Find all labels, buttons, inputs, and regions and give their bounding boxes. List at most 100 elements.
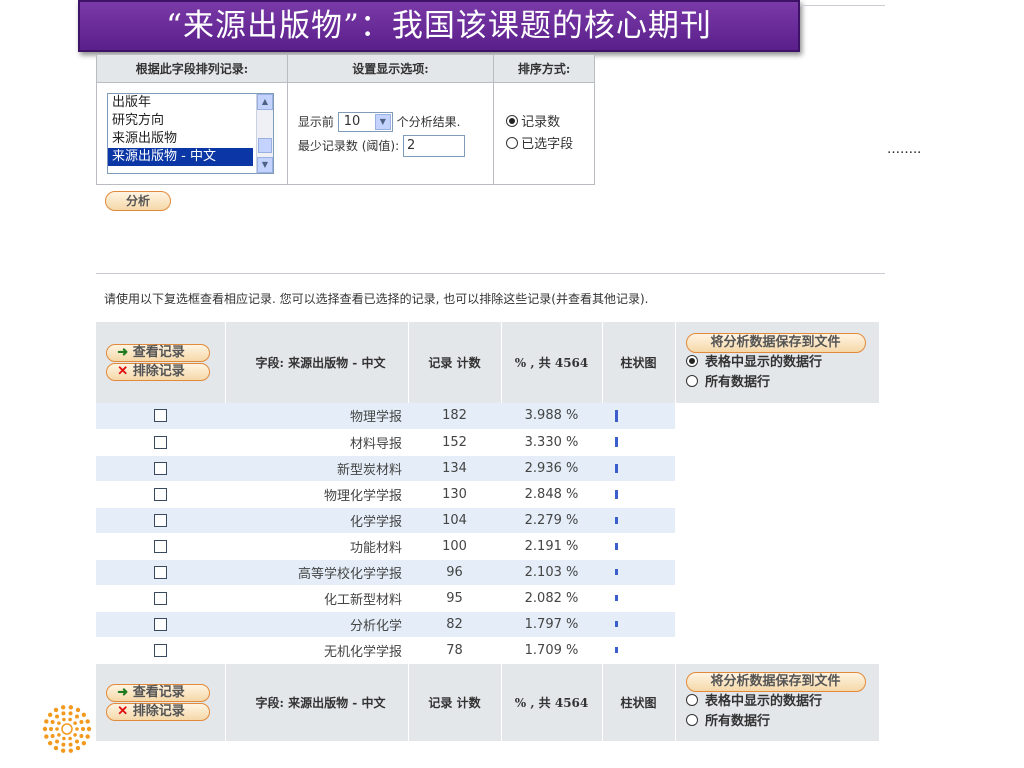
record-count: 182 (408, 403, 501, 430)
field-listbox[interactable]: 出版年 研究方向 来源出版物 来源出版物 - 中文 ▲ ▼ (107, 93, 274, 174)
record-percent: 2.279 % (501, 507, 602, 534)
record-percent: 2.082 % (501, 585, 602, 612)
row-checkbox[interactable] (154, 513, 167, 527)
logo-dot (50, 733, 55, 738)
field-option[interactable]: 研究方向 (108, 112, 273, 130)
sort-by-field-option[interactable]: 已选字段 (494, 134, 594, 156)
logo-dot (62, 736, 66, 741)
save-to-file-button[interactable]: 将分析数据保存到文件 (685, 332, 866, 353)
row-checkbox[interactable] (154, 643, 167, 657)
scroll-thumb[interactable] (258, 138, 272, 153)
row-checkbox-cell (96, 533, 225, 560)
logo-dot (53, 707, 59, 713)
logo-dot (74, 714, 79, 719)
row-checkbox[interactable] (154, 617, 167, 631)
row-checkbox[interactable] (154, 461, 167, 475)
bar-mark (615, 463, 618, 473)
row-checkbox[interactable] (154, 591, 167, 605)
bar-mark (615, 489, 618, 499)
journal-name: 化学学报 (225, 507, 408, 534)
save-to-file-button[interactable]: 将分析数据保存到文件 (685, 672, 866, 693)
logo-dot (68, 748, 74, 753)
scroll-down-icon[interactable]: ▼ (257, 157, 273, 173)
bar-mark (615, 647, 618, 653)
save-all-rows-option[interactable]: 所有数据行 (685, 373, 879, 393)
table-row: 无机化学学报 78 1.709 % (96, 637, 879, 664)
rank-field-header: 根据此字段排列记录: (96, 54, 288, 83)
save-displayed-rows-option[interactable]: 表格中显示的数据行 (685, 692, 879, 712)
radio-icon[interactable] (685, 374, 698, 387)
scroll-up-icon[interactable]: ▲ (257, 94, 273, 110)
logo-dot (60, 748, 66, 753)
field-option-selected[interactable]: 来源出版物 - 中文 (108, 148, 253, 166)
sort-by-count-option[interactable]: 记录数 (494, 112, 594, 134)
radio-icon[interactable] (685, 694, 698, 707)
instructions-text: 请使用以下复选框查看相应记录. 您可以选择查看已选择的记录, 也可以排除这些记录… (104, 292, 649, 306)
row-checkbox-cell (96, 481, 225, 508)
journal-name: 化工新型材料 (225, 585, 408, 612)
logo-dot (68, 705, 74, 710)
journal-name: 物理学报 (225, 403, 408, 430)
radio-selected-icon[interactable] (506, 114, 519, 127)
save-options-footer: 将分析数据保存到文件 表格中显示的数据行 所有数据行 (675, 663, 880, 741)
logo-dot (55, 727, 59, 731)
logo-dot (73, 721, 77, 725)
bar-mark (615, 621, 618, 627)
exclude-records-button[interactable]: ✕ 排除记录 (106, 363, 211, 381)
close-icon: ✕ (117, 703, 129, 719)
radio-selected-icon[interactable] (685, 354, 698, 367)
row-checkbox[interactable] (154, 409, 167, 423)
view-records-button[interactable]: ➜ 查看记录 (106, 683, 211, 702)
logo-dot (57, 721, 61, 725)
record-percent: 3.988 % (501, 403, 602, 430)
row-checkbox[interactable] (154, 539, 167, 553)
record-count: 100 (408, 533, 501, 560)
radio-icon[interactable] (506, 136, 519, 149)
show-count-select[interactable]: 10 ▼ (337, 112, 393, 132)
bar-cell (602, 611, 675, 638)
logo-dot (73, 733, 77, 737)
logo-dot (55, 739, 60, 744)
listbox-scrollbar[interactable]: ▲ ▼ (256, 94, 273, 173)
row-checkbox[interactable] (154, 487, 167, 501)
show-suffix-label: 个分析结果. (396, 114, 461, 129)
logo-dot (61, 742, 66, 747)
table-header-row: ➜ 查看记录 ✕ 排除记录 字段: 来源出版物 - 中文 记录 计数 % , 共… (96, 322, 880, 403)
sort-method-header: 排序方式: (493, 54, 595, 83)
bar-cell (602, 559, 675, 586)
bar-column-footer: 柱状图 (602, 663, 676, 741)
record-count: 130 (408, 481, 501, 508)
bar-mark (615, 542, 618, 550)
row-checkbox[interactable] (154, 435, 167, 449)
empty-cell (675, 403, 879, 430)
display-options-cell: 显示前 10 ▼ 个分析结果. 最少记录数 (阈值): 2 (286, 82, 495, 185)
empty-cell (675, 637, 879, 664)
bar-cell (602, 533, 675, 560)
save-displayed-rows-option[interactable]: 表格中显示的数据行 (685, 353, 879, 373)
table-row: 物理学报 182 3.988 % (96, 403, 879, 430)
field-option[interactable]: 来源出版物 (108, 130, 273, 148)
radio-icon[interactable] (685, 714, 698, 727)
page-title: “来源出版物”：我国该课题的核心期刊 (78, 0, 800, 52)
results-table: ➜ 查看记录 ✕ 排除记录 字段: 来源出版物 - 中文 记录 计数 % , 共… (96, 322, 880, 741)
field-column-footer: 字段: 来源出版物 - 中文 (225, 663, 409, 741)
record-percent: 3.330 % (501, 429, 602, 456)
bar-mark (615, 516, 618, 524)
logo-dot (81, 712, 87, 718)
logo-core (61, 723, 73, 735)
row-checkbox[interactable] (154, 565, 167, 579)
exclude-records-button[interactable]: ✕ 排除记录 (106, 702, 211, 721)
field-option[interactable]: 出版年 (108, 94, 273, 112)
logo-dot (50, 720, 55, 725)
record-count: 82 (408, 611, 501, 638)
chevron-down-icon[interactable]: ▼ (374, 114, 391, 130)
arrow-right-icon: ➜ (117, 345, 129, 360)
save-all-rows-option[interactable]: 所有数据行 (685, 712, 879, 732)
journal-name: 物理化学学报 (225, 481, 408, 508)
logo-dot (47, 740, 53, 746)
row-checkbox-cell (96, 611, 225, 638)
min-records-input[interactable]: 2 (402, 135, 465, 157)
view-records-button[interactable]: ➜ 查看记录 (106, 344, 211, 362)
analyze-button[interactable]: 分析 (105, 191, 171, 211)
empty-cell (675, 429, 879, 456)
